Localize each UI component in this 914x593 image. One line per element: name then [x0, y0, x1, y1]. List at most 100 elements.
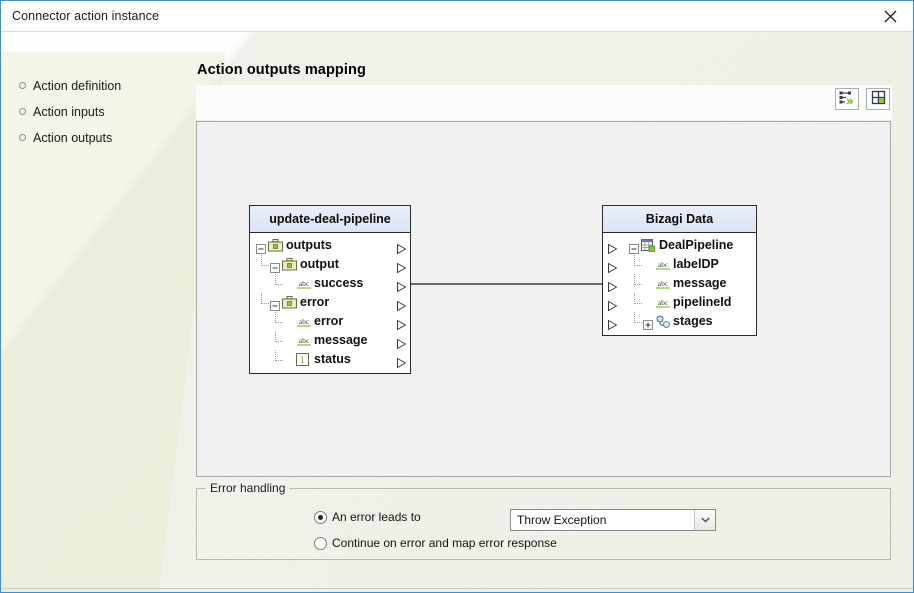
tree-guide-line: [634, 255, 642, 266]
expander-none: [284, 336, 294, 346]
radio-indicator: [314, 510, 327, 524]
window-title: Connector action instance: [12, 9, 160, 23]
expand-collapse-button[interactable]: [866, 88, 890, 110]
svg-text:abc: abc: [658, 279, 669, 288]
sidebar-item-label: Action outputs: [33, 131, 113, 145]
source-tree-panel: update-deal-pipeline outputs output abc suc…: [249, 205, 411, 374]
expander-none: [643, 279, 653, 289]
collection-relation-icon: [655, 315, 671, 334]
sidebar-item-action-inputs[interactable]: Action inputs: [19, 99, 184, 125]
page-title: Action outputs mapping: [197, 62, 366, 78]
svg-text:abc: abc: [658, 260, 669, 269]
sidebar-item-label: Action inputs: [33, 105, 105, 119]
tree-row-label: message: [673, 276, 727, 290]
mapping-port-out[interactable]: [397, 355, 407, 369]
tree-guide-line: [275, 274, 283, 285]
auto-map-button[interactable]: [835, 88, 859, 110]
tree-guide-line: [261, 255, 269, 266]
mapping-port-out[interactable]: [397, 317, 407, 331]
auto-map-icon: [839, 90, 855, 108]
mapping-port-out[interactable]: [397, 336, 407, 350]
sidebar-item-action-outputs[interactable]: Action outputs: [19, 125, 184, 151]
error-action-select[interactable]: Throw Exception: [510, 509, 716, 531]
expander-minus-icon[interactable]: [629, 241, 639, 254]
radio-bullet-icon: [19, 134, 26, 141]
expander-none: [643, 298, 653, 308]
tree-row-label: error: [314, 314, 344, 328]
tree-row[interactable]: abc message: [603, 274, 756, 293]
tree-guide-line: [275, 331, 283, 342]
svg-text:abc: abc: [299, 317, 310, 326]
tree-guide-line: [634, 293, 642, 304]
expander-minus-icon[interactable]: [270, 260, 280, 273]
title-bar: Connector action instance: [1, 1, 913, 32]
tree-row-label: error: [300, 295, 330, 309]
svg-text:abc: abc: [299, 279, 310, 288]
tree-row-label: outputs: [286, 238, 332, 252]
tree-guide-line: [634, 312, 642, 323]
radio-bullet-icon: [19, 82, 26, 89]
radio-indicator: [314, 536, 327, 550]
expander-none: [284, 317, 294, 327]
target-panel-title: Bizagi Data: [603, 206, 756, 233]
svg-text:1: 1: [300, 355, 305, 365]
radio-bullet-icon: [19, 108, 26, 115]
tree-row[interactable]: DealPipeline: [603, 236, 756, 255]
tree-guide-line: [275, 350, 283, 361]
tree-guide-line: [275, 312, 283, 323]
radio-an-error-leads-to[interactable]: An error leads to: [314, 510, 421, 524]
expander-none: [643, 260, 653, 270]
mapping-port-out[interactable]: [397, 260, 407, 274]
mapping-port-in[interactable]: [608, 317, 618, 331]
error-handling-group: Error handling An error leads to Continu…: [196, 481, 891, 560]
tree-row[interactable]: abc pipelineId: [603, 293, 756, 312]
mapping-toolbar: [196, 85, 892, 120]
dialog-footer: ? < <Back Finish Cancel: [1, 588, 913, 592]
svg-text:abc: abc: [299, 336, 310, 345]
expander-minus-icon[interactable]: [270, 298, 280, 311]
radio-continue-on-error[interactable]: Continue on error and map error response: [314, 536, 557, 550]
target-tree-panel: Bizagi Data DealPipeline abc labelDP abc mes…: [602, 205, 757, 336]
tree-guide-line: [634, 274, 642, 285]
tree-row[interactable]: outputs: [250, 236, 410, 255]
tree-row[interactable]: abc error: [250, 312, 410, 331]
tree-row[interactable]: output: [250, 255, 410, 274]
radio-label: Continue on error and map error response: [332, 536, 557, 550]
tree-row-label: success: [314, 276, 364, 290]
tree-row-label: labelDP: [673, 257, 719, 271]
mapping-port-in[interactable]: [608, 279, 618, 293]
expander-plus-icon[interactable]: [643, 317, 653, 330]
mapping-port-in[interactable]: [608, 260, 618, 274]
svg-text:abc: abc: [658, 298, 669, 307]
tree-row[interactable]: stages: [603, 312, 756, 331]
tree-row-label: stages: [673, 314, 713, 328]
mapping-port-in[interactable]: [608, 241, 618, 255]
connector-action-instance-dialog: Connector action instance Action definit…: [0, 0, 914, 593]
source-panel-title: update-deal-pipeline: [250, 206, 410, 233]
close-icon[interactable]: [867, 1, 913, 31]
tree-row[interactable]: abc message: [250, 331, 410, 350]
radio-label: An error leads to: [332, 510, 421, 524]
layout-expand-icon: [871, 90, 886, 108]
tree-row[interactable]: 1 status: [250, 350, 410, 369]
mapping-port-in[interactable]: [608, 298, 618, 312]
mapping-port-out[interactable]: [397, 298, 407, 312]
tree-guide-line: [261, 293, 269, 304]
tree-row-label: output: [300, 257, 339, 271]
tree-row-label: status: [314, 352, 351, 366]
mapping-port-out[interactable]: [397, 241, 407, 255]
sidebar-item-action-definition[interactable]: Action definition: [19, 73, 184, 99]
expander-none: [284, 355, 294, 365]
tree-row-label: pipelineId: [673, 295, 732, 309]
wizard-step-nav: Action definition Action inputs Action o…: [19, 73, 184, 151]
tree-row[interactable]: error: [250, 293, 410, 312]
mapping-connection-line[interactable]: [411, 283, 602, 285]
source-tree-rows: outputs output abc success error abc error abc m…: [250, 233, 410, 373]
mapping-canvas[interactable]: update-deal-pipeline outputs output abc suc…: [196, 121, 891, 477]
error-action-select-value: Throw Exception: [517, 513, 607, 527]
tree-row[interactable]: abc labelDP: [603, 255, 756, 274]
chevron-down-icon[interactable]: [694, 510, 715, 530]
expander-minus-icon[interactable]: [256, 241, 266, 254]
mapping-port-out[interactable]: [397, 279, 407, 293]
tree-row[interactable]: abc success: [250, 274, 410, 293]
